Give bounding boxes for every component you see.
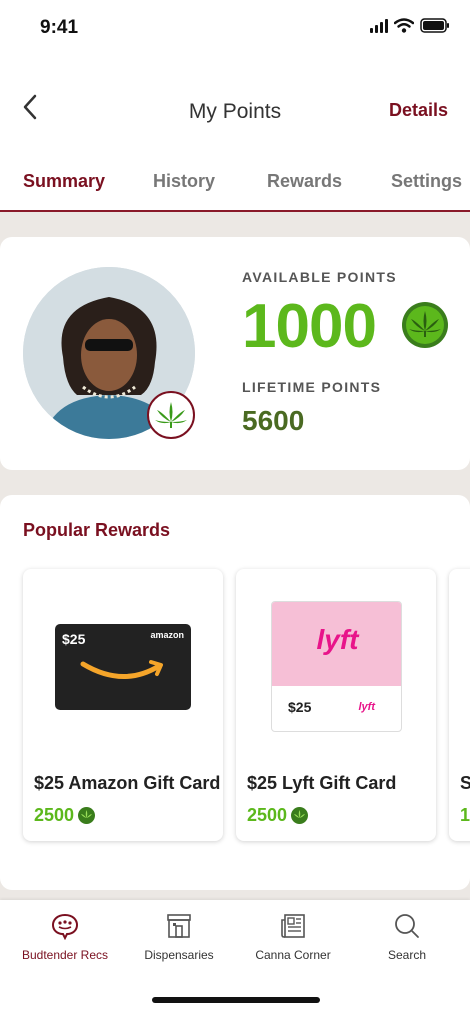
available-points-label: AVAILABLE POINTS <box>242 269 397 285</box>
store-icon <box>167 914 191 938</box>
tabbar-label: Dispensaries <box>144 948 214 962</box>
wifi-icon <box>394 18 414 33</box>
lyft-gift-card-image: lyft $25 lyft <box>271 601 402 732</box>
newspaper-icon <box>281 914 305 938</box>
status-bar: 9:41 <box>0 0 470 56</box>
status-time: 9:41 <box>40 17 79 38</box>
tabbar-search[interactable]: Search <box>348 910 466 962</box>
tabbar-dispensaries[interactable]: Dispensaries <box>120 910 238 962</box>
tab-rewards[interactable]: Rewards <box>267 171 342 192</box>
reward-cost-value: 2500 <box>34 805 75 825</box>
tabbar-label: Canna Corner <box>255 948 331 962</box>
reward-name: S <box>460 773 470 793</box>
signal-icon <box>370 18 388 33</box>
popular-rewards-title: Popular Rewards <box>23 520 171 540</box>
header: 9:41 My Points Details Summary History R… <box>0 0 470 212</box>
reward-name: $25 Amazon Gift Card <box>34 773 221 793</box>
tabbar-budtender-recs[interactable]: Budtender Recs <box>6 910 124 962</box>
points-coin-icon <box>402 302 448 348</box>
leaf-icon <box>155 402 187 428</box>
reward-card-partial[interactable]: S 1 <box>449 569 470 841</box>
tabbar-canna-corner[interactable]: Canna Corner <box>234 910 352 962</box>
tabbar-label: Search <box>387 948 427 962</box>
home-indicator <box>152 997 320 1003</box>
tab-bar: Summary History Rewards Settings <box>0 158 470 212</box>
lifetime-points-label: LIFETIME POINTS <box>242 379 382 395</box>
amazon-gift-card-image: $25 amazon <box>55 624 191 710</box>
amazon-logo-text: amazon <box>150 630 184 640</box>
tabbar-label: Budtender Recs <box>21 948 109 962</box>
points-summary-card: AVAILABLE POINTS 1000 LIFETIME POINTS 56… <box>0 237 470 470</box>
lyft-small-logo: lyft <box>358 701 376 713</box>
tab-history[interactable]: History <box>153 171 215 192</box>
nav-bar: My Points Details <box>0 80 470 140</box>
gift-card-amount: $25 <box>62 631 86 647</box>
points-coin-icon <box>78 807 96 824</box>
lyft-logo-text: lyft <box>316 624 359 655</box>
points-coin-icon <box>291 807 309 824</box>
amazon-smile-icon <box>80 660 163 679</box>
status-icons <box>370 18 450 33</box>
tab-summary[interactable]: Summary <box>23 171 105 192</box>
reward-name: $25 Lyft Gift Card <box>247 773 397 793</box>
reward-cost-value: 2500 <box>247 805 288 825</box>
tab-settings[interactable]: Settings <box>391 171 462 192</box>
reward-cost-value: 1 <box>460 805 470 825</box>
reward-card-lyft[interactable]: lyft $25 lyft $25 Lyft Gift Card 2500 <box>236 569 436 841</box>
budtender-chat-icon <box>51 913 79 940</box>
reward-cost: 2500 <box>34 805 96 826</box>
details-link[interactable]: Details <box>389 100 448 121</box>
gift-card-amount: $25 <box>288 699 312 715</box>
reward-card-amazon[interactable]: $25 amazon $25 Amazon Gift Card 2500 <box>23 569 223 841</box>
battery-icon <box>420 18 449 33</box>
lifetime-points-value: 5600 <box>242 405 305 436</box>
available-points-value: 1000 <box>242 292 377 361</box>
reward-cost: 1 <box>460 805 470 826</box>
reward-cost: 2500 <box>247 805 309 826</box>
leaf-badge <box>147 391 195 439</box>
search-icon <box>395 914 419 938</box>
popular-rewards-section: Popular Rewards $25 amazon $25 Amazon Gi… <box>0 495 470 890</box>
